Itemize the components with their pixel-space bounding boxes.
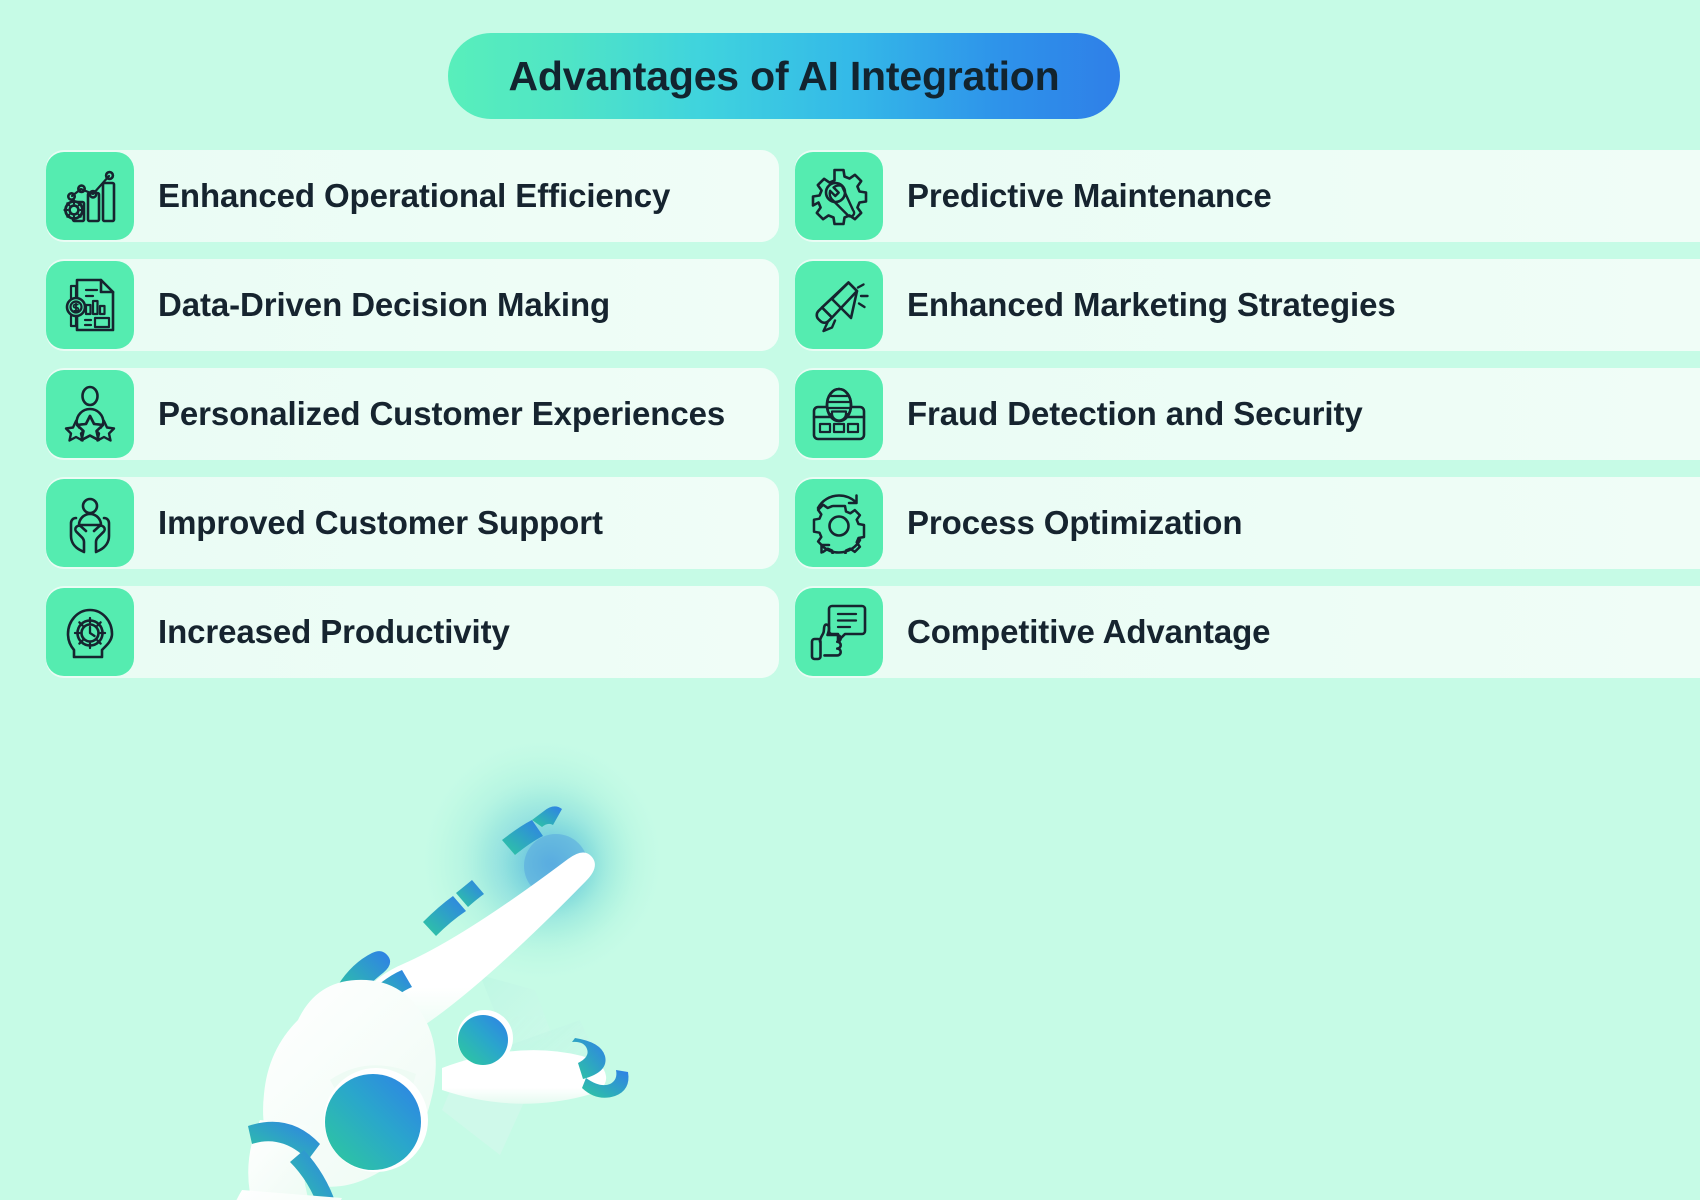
- hooded-figure-card-icon: [795, 370, 883, 458]
- list-item-label: Process Optimization: [907, 504, 1243, 541]
- list-item-label: Fraud Detection and Security: [907, 395, 1363, 432]
- advantages-column-left: Enhanced Operational Efficiency Data-Dri…: [46, 150, 779, 695]
- hands-person-icon: [46, 479, 134, 567]
- thumbs-up-speech-bubble-icon: [795, 588, 883, 676]
- robot-hand-pointing-illustration: [180, 690, 700, 1200]
- list-item-label: Competitive Advantage: [907, 613, 1271, 650]
- list-item-label: Enhanced Marketing Strategies: [907, 286, 1396, 323]
- list-item-label: Enhanced Operational Efficiency: [158, 177, 671, 214]
- list-item[interactable]: Fraud Detection and Security: [795, 368, 1700, 460]
- list-item[interactable]: Competitive Advantage: [795, 586, 1700, 678]
- page-title: Advantages of AI Integration: [508, 52, 1060, 99]
- list-item[interactable]: Enhanced Operational Efficiency: [46, 150, 779, 242]
- list-item[interactable]: Improved Customer Support: [46, 477, 779, 569]
- gear-refresh-arrows-icon: [795, 479, 883, 567]
- list-item-label: Improved Customer Support: [158, 504, 603, 541]
- list-item[interactable]: Process Optimization: [795, 477, 1700, 569]
- list-item-label: Data-Driven Decision Making: [158, 286, 611, 323]
- bar-chart-gear-icon: [46, 152, 134, 240]
- megaphone-icon: [795, 261, 883, 349]
- list-item-label: Personalized Customer Experiences: [158, 395, 726, 432]
- list-item[interactable]: Enhanced Marketing Strategies: [795, 259, 1700, 351]
- head-gear-clock-icon: [46, 588, 134, 676]
- list-item-label: Increased Productivity: [158, 613, 510, 650]
- advantages-column-right: Predictive Maintenance Enhanced Marketin…: [795, 150, 1700, 695]
- document-chart-dollar-icon: [46, 261, 134, 349]
- list-item-label: Predictive Maintenance: [907, 177, 1272, 214]
- list-item[interactable]: Personalized Customer Experiences: [46, 368, 779, 460]
- person-stars-icon: [46, 370, 134, 458]
- page-title-banner: Advantages of AI Integration: [448, 33, 1120, 119]
- list-item[interactable]: Predictive Maintenance: [795, 150, 1700, 242]
- list-item[interactable]: Increased Productivity: [46, 586, 779, 678]
- list-item[interactable]: Data-Driven Decision Making: [46, 259, 779, 351]
- gear-wrench-icon: [795, 152, 883, 240]
